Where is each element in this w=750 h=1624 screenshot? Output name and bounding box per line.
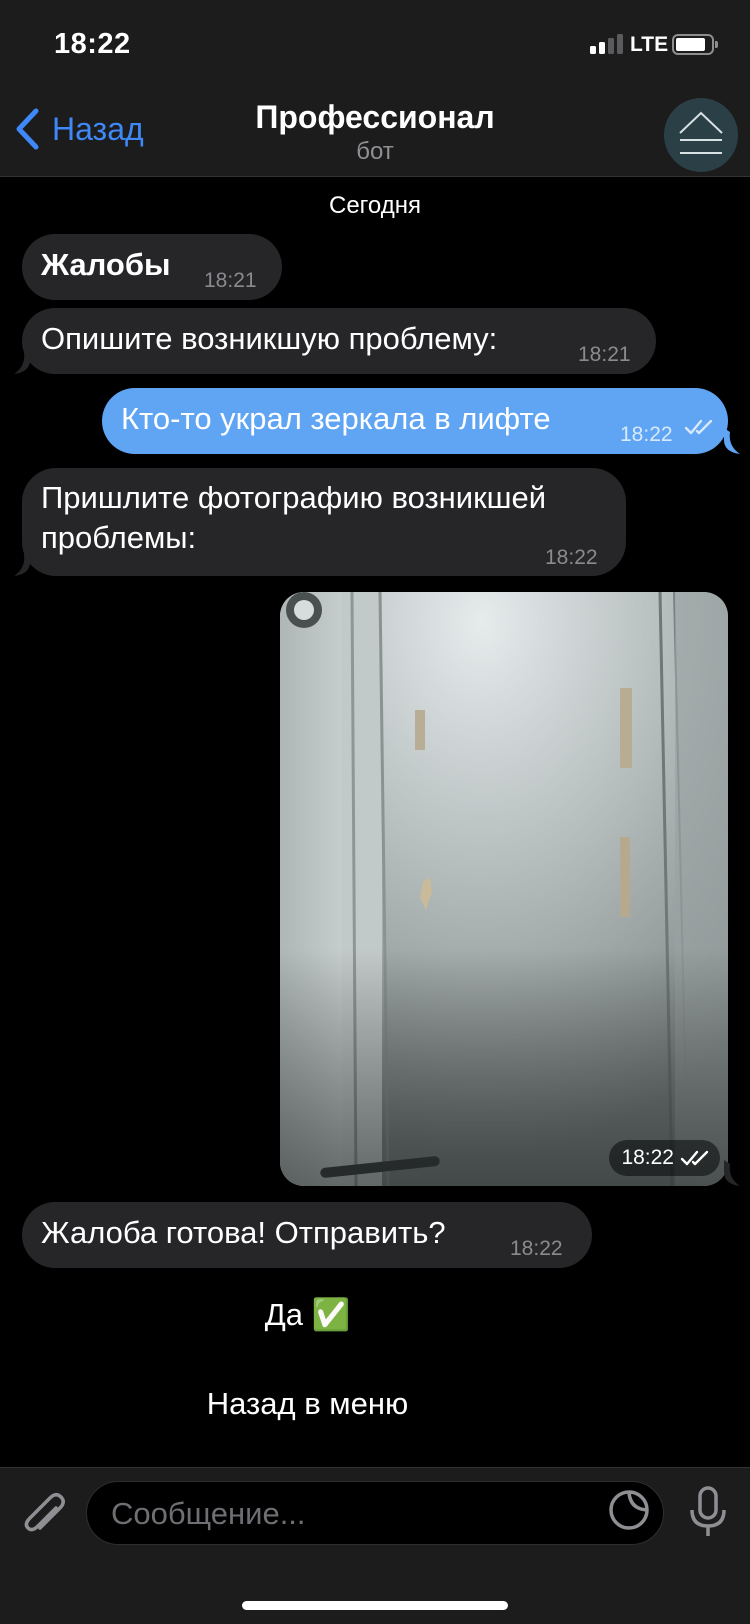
date-separator: Сегодня [329, 192, 421, 219]
bubble-tail [724, 428, 740, 454]
chat-title[interactable]: Профессионал [0, 99, 750, 136]
incoming-message[interactable]: Опишите возникшую проблему: 18:21 [22, 308, 656, 374]
message-input-placeholder: Сообщение... [111, 1496, 306, 1531]
photo-time-badge: 18:22 [609, 1140, 720, 1176]
message-text-line: Пришлите фотографию возникшей [41, 480, 547, 515]
incoming-message[interactable]: Пришлите фотографию возникшей проблемы: … [22, 468, 626, 576]
paperclip-icon[interactable] [20, 1488, 68, 1544]
keyboard-button-yes[interactable]: Да ✅ [0, 1296, 615, 1333]
message-input[interactable]: Сообщение... [86, 1481, 664, 1545]
bubble-tail [724, 1160, 740, 1186]
message-text: Жалобы [41, 247, 171, 282]
message-time: 18:22 [620, 423, 673, 446]
message-time: 18:22 [545, 546, 598, 569]
bubble-tail [14, 550, 30, 576]
microphone-icon[interactable] [688, 1486, 728, 1538]
incoming-message[interactable]: Жалобы 18:21 [22, 234, 282, 300]
message-time: 18:21 [204, 269, 257, 292]
message-time: 18:21 [578, 343, 631, 366]
status-time: 18:22 [54, 28, 131, 60]
bot-avatar-icon [679, 111, 723, 154]
outgoing-message[interactable]: Кто-то украл зеркала в лифте 18:22 [102, 388, 728, 454]
double-check-icon [684, 419, 713, 435]
message-list[interactable]: Сегодня Жалобы 18:21 Опишите возникшую п… [0, 178, 750, 1467]
avatar[interactable] [664, 98, 738, 172]
elevator-wall-photo [280, 592, 728, 1186]
status-bar: 18:22 LTE [0, 0, 750, 90]
message-text: Опишите возникшую проблему: [41, 321, 498, 356]
message-text-line: проблемы: [41, 520, 197, 555]
message-text: Кто-то украл зеркала в лифте [121, 401, 551, 436]
network-type: LTE [630, 33, 669, 56]
chat-subtitle: бот [356, 138, 394, 165]
message-input-bar: Сообщение... [0, 1467, 750, 1624]
incoming-message[interactable]: Жалоба готова! Отправить? 18:22 [22, 1202, 592, 1268]
message-time: 18:22 [510, 1237, 563, 1260]
signal-strength-icon [590, 34, 624, 54]
photo-message[interactable]: 18:22 [280, 592, 728, 1186]
keyboard-button-back-to-menu[interactable]: Назад в меню [0, 1386, 615, 1422]
home-indicator[interactable] [242, 1601, 508, 1610]
message-time: 18:22 [621, 1146, 674, 1169]
chat-header: Назад Профессионал бот [0, 90, 750, 177]
battery-icon [672, 34, 718, 55]
bubble-tail [14, 348, 30, 374]
sticker-icon[interactable] [608, 1489, 650, 1531]
double-check-icon [680, 1150, 709, 1166]
message-text: Жалоба готова! Отправить? [41, 1215, 446, 1250]
